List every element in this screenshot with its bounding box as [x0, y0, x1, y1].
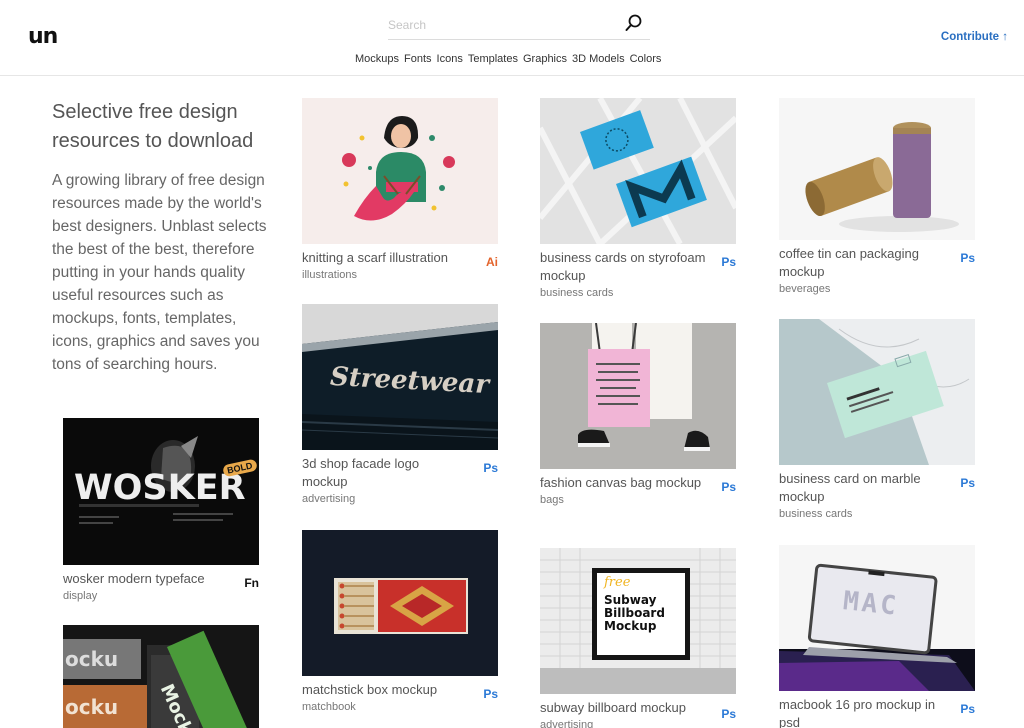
photoshop-badge: Ps [721, 707, 736, 721]
search-input[interactable] [388, 14, 618, 36]
photoshop-badge: Ps [960, 476, 975, 490]
nav-templates[interactable]: Templates [468, 53, 518, 65]
nav-graphics[interactable]: Graphics [523, 53, 567, 65]
card-thumbnail[interactable] [302, 98, 498, 244]
card-thumbnail[interactable] [540, 323, 736, 469]
card-title[interactable]: business card on marble mockup [779, 470, 975, 506]
card-title[interactable]: fashion canvas bag mockup [540, 474, 736, 492]
card-knitting-scarf[interactable]: Ai knitting a scarf illustration illustr… [302, 98, 498, 281]
card-shop-facade[interactable]: Streetwear Ps 3d shop facade logo mockup… [302, 304, 498, 505]
card-category[interactable]: beverages [779, 283, 975, 295]
card-category[interactable]: illustrations [302, 269, 498, 281]
card-category[interactable]: display [63, 590, 259, 602]
photoshop-badge: Ps [483, 461, 498, 475]
top-header: un Mockups Fonts Icons Templates Graphic… [0, 0, 1024, 76]
card-title[interactable]: subway billboard mockup [540, 699, 736, 717]
nav-mockups[interactable]: Mockups [355, 53, 399, 65]
card-category[interactable]: business cards [779, 508, 975, 520]
card-business-cards-styrofoam[interactable]: Ps business cards on styrofoam mockup bu… [540, 98, 736, 299]
intro-title: Selective free design resources to downl… [52, 101, 254, 152]
billboard-headline: Subway Billboard Mockup [604, 593, 665, 633]
card-thumbnail[interactable] [302, 530, 498, 676]
nav-icons[interactable]: Icons [437, 53, 463, 65]
card-thumbnail[interactable]: free Subway Billboard Mockup [540, 548, 736, 694]
illustrator-badge: Ai [486, 255, 498, 269]
photoshop-badge: Ps [960, 251, 975, 265]
card-thumbnail[interactable] [540, 98, 736, 244]
card-wosker[interactable]: WOSKER BOLD Fn wosker modern typeface di… [63, 418, 259, 602]
search-icon[interactable] [624, 13, 644, 33]
tote-artwork [540, 323, 736, 469]
card-title[interactable]: business cards on styrofoam mockup [540, 249, 736, 285]
photoshop-badge: Ps [960, 702, 975, 716]
nav-3d-models[interactable]: 3D Models [572, 53, 625, 65]
marble-card-artwork [779, 319, 975, 465]
card-coffee-tin[interactable]: Ps coffee tin can packaging mockup bever… [779, 98, 975, 295]
intro-description: A growing library of free design resourc… [52, 172, 267, 373]
font-badge: Fn [244, 576, 259, 590]
wosker-wordmark: WOSKER [74, 468, 246, 508]
card-category[interactable]: advertising [302, 493, 498, 505]
card-thumbnail[interactable] [779, 319, 975, 465]
card-thumbnail[interactable]: ocku ocku Mock [63, 625, 259, 728]
card-title[interactable]: knitting a scarf illustration [302, 249, 498, 267]
card-canvas-bag[interactable]: Ps fashion canvas bag mockup bags [540, 323, 736, 506]
card-business-card-marble[interactable]: Ps business card on marble mockup busine… [779, 319, 975, 520]
nav-colors[interactable]: Colors [630, 53, 662, 65]
photoshop-badge: Ps [483, 687, 498, 701]
card-category[interactable]: bags [540, 494, 736, 506]
card-thumbnail[interactable]: WOSKER BOLD [63, 418, 259, 565]
card-title[interactable]: 3d shop facade logo mockup [302, 455, 498, 491]
card-thumbnail[interactable] [779, 98, 975, 240]
nav-fonts[interactable]: Fonts [404, 53, 432, 65]
photoshop-badge: Ps [721, 255, 736, 269]
category-nav: Mockups Fonts Icons Templates Graphics 3… [355, 53, 661, 65]
contribute-link[interactable]: Contribute ↑ [941, 31, 1008, 43]
card-subway-billboard[interactable]: free Subway Billboard Mockup Ps subway b… [540, 548, 736, 728]
photoshop-badge: Ps [721, 480, 736, 494]
matchbox-artwork [302, 530, 498, 676]
card-category[interactable]: matchbook [302, 701, 498, 713]
mocku-text-3: ocku [65, 695, 119, 719]
billboard-free-tag: free [604, 575, 631, 590]
card-thumbnail[interactable]: Streetwear [302, 304, 498, 450]
search-bar [388, 10, 650, 40]
mocku-text-1: ocku [65, 647, 119, 671]
macbook-screen-text: MAC [841, 586, 901, 622]
card-category[interactable]: advertising [540, 719, 736, 728]
scarf-illustration [302, 98, 498, 244]
card-matchstick-box[interactable]: Ps matchstick box mockup matchbook [302, 530, 498, 713]
card-category[interactable]: business cards [540, 287, 736, 299]
bizcards-artwork [540, 98, 736, 244]
coffee-tin-artwork [779, 98, 975, 240]
card-mocku-packaging[interactable]: ocku ocku Mock [63, 625, 259, 728]
card-title[interactable]: wosker modern typeface [63, 570, 259, 588]
card-thumbnail[interactable]: MAC [779, 545, 975, 691]
card-macbook-pro[interactable]: MAC Ps macbook 16 pro mockup in psd [779, 545, 975, 728]
card-title[interactable]: coffee tin can packaging mockup [779, 245, 975, 281]
unblast-logo[interactable]: un [28, 24, 58, 49]
card-title[interactable]: matchstick box mockup [302, 681, 498, 699]
card-title[interactable]: macbook 16 pro mockup in psd [779, 696, 975, 728]
